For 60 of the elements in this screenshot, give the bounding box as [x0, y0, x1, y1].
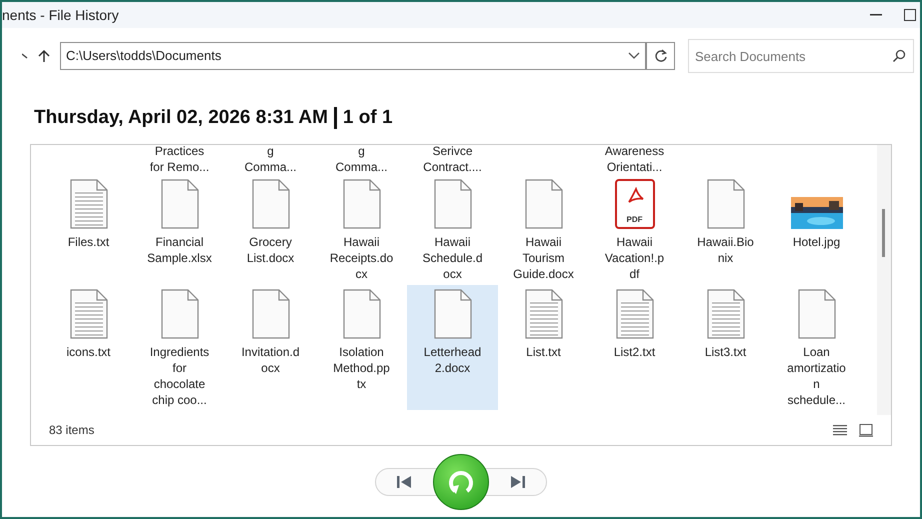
large-icons-view-icon[interactable]	[859, 424, 873, 436]
file-item[interactable]: Hawaii.Bio nix	[680, 175, 771, 285]
file-item[interactable]: Grocery List.docx	[225, 175, 316, 285]
search-icon[interactable]	[892, 49, 906, 63]
document-icon	[796, 289, 836, 339]
file-item[interactable]: Letterhead 2.docx	[407, 285, 498, 410]
text-file-icon	[68, 289, 108, 339]
file-name: g Comma...	[335, 145, 388, 175]
file-item[interactable]: List.txt	[498, 285, 589, 410]
file-item[interactable]: List2.txt	[589, 285, 680, 410]
file-item[interactable]: Hotel.jpg	[771, 175, 862, 285]
document-icon	[160, 289, 200, 339]
skip-forward-icon	[510, 474, 526, 488]
document-icon	[250, 289, 290, 339]
file-name: Serivce Contract....	[423, 145, 482, 175]
refresh-icon	[654, 49, 668, 63]
text-file-icon	[706, 289, 746, 339]
file-item[interactable]: Isolation Method.pp tx	[316, 285, 407, 410]
document-icon	[524, 179, 564, 229]
skip-back-icon	[396, 474, 412, 488]
text-file-icon	[68, 179, 108, 229]
previous-button[interactable]	[375, 468, 439, 496]
document-icon	[432, 179, 472, 229]
refresh-button[interactable]	[646, 42, 675, 70]
file-name: Awareness Orientati...	[604, 145, 664, 175]
file-item[interactable]: PDF Hawaii Vacation!.p df	[589, 175, 680, 285]
item-count: 83 items	[49, 422, 94, 439]
document-icon	[342, 179, 382, 229]
file-name: Practices for Remo...	[150, 145, 210, 175]
scrollbar[interactable]	[877, 145, 891, 415]
file-item[interactable]: Hawaii Tourism Guide.docx	[498, 175, 589, 285]
next-button[interactable]	[483, 468, 547, 496]
file-item[interactable]: Invitation.d ocx	[225, 285, 316, 410]
file-item[interactable]: icons.txt	[43, 285, 134, 410]
maximize-icon[interactable]	[904, 9, 916, 21]
list-view-icon[interactable]	[833, 424, 847, 436]
snapshot-date: Thursday, April 02, 2026 8:31 AM	[34, 106, 328, 130]
file-item[interactable]: Files.txt	[43, 175, 134, 285]
file-item[interactable]: Ingredients for chocolate chip coo...	[134, 285, 225, 410]
minimize-icon[interactable]	[870, 14, 882, 16]
document-icon	[432, 289, 472, 339]
document-icon	[160, 179, 200, 229]
up-arrow-icon[interactable]	[38, 49, 50, 63]
chevron-down-icon[interactable]	[628, 52, 640, 60]
file-item[interactable]: Financial Sample.xlsx	[134, 175, 225, 285]
file-item[interactable]: List3.txt	[680, 285, 771, 410]
text-file-icon	[614, 289, 654, 339]
text-file-icon	[524, 289, 564, 339]
file-item[interactable]: Hawaii Receipts.do cx	[316, 175, 407, 285]
search-field[interactable]: Search Documents	[688, 39, 914, 73]
document-icon	[706, 179, 746, 229]
pdf-icon: PDF	[614, 179, 654, 229]
file-item[interactable]: Hawaii Schedule.d ocx	[407, 175, 498, 285]
file-item[interactable]: Loan amortizatio n schedule...	[771, 285, 862, 410]
window-title: nents - File History	[2, 6, 119, 25]
document-icon	[342, 289, 382, 339]
address-field[interactable]: C:\Users\todds\Documents	[60, 42, 646, 70]
document-icon	[250, 179, 290, 229]
page-counter: 1 of 1	[342, 106, 393, 130]
file-name: g Comma...	[244, 145, 296, 175]
